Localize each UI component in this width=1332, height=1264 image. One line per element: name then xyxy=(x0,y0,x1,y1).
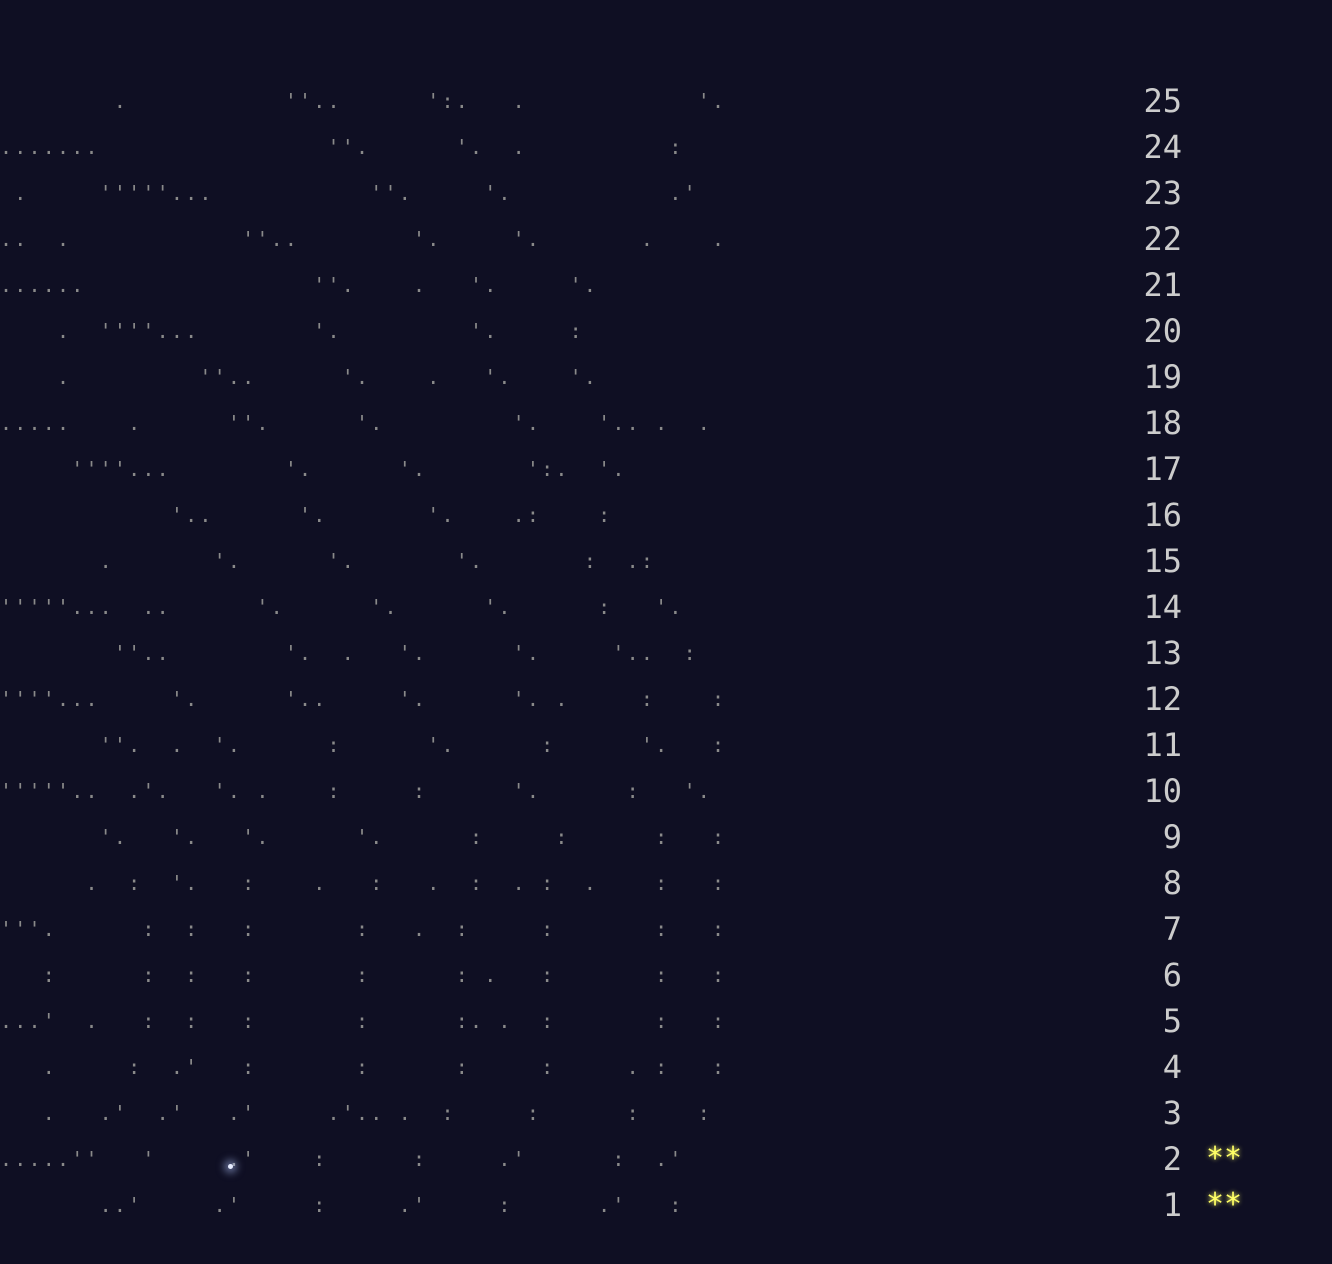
day-number[interactable]: 25 xyxy=(1116,78,1182,124)
calendar-art: ''.. '. . '. '. '.. : xyxy=(0,641,698,665)
day-number[interactable]: 1 xyxy=(1116,1182,1182,1228)
calendar-art: : : : : : : . : : : xyxy=(0,963,727,987)
day-number[interactable]: 2 xyxy=(1116,1136,1182,1182)
day-number[interactable]: 9 xyxy=(1116,814,1182,860)
calendar-row-day-4[interactable]: . : .' : : : : . : : 4 xyxy=(0,1044,1242,1090)
calendar-row-day-10[interactable]: '''''.. .'. '. . : : '. : '. 10 xyxy=(0,768,1242,814)
calendar-row-day-8[interactable]: . : '. : . : . : . : . : : 8 xyxy=(0,860,1242,906)
calendar-row-day-18[interactable]: ..... . ''. '. '. '.. . . 18 xyxy=(0,400,1242,446)
calendar-row-day-13[interactable]: ''.. '. . '. '. '.. : 13 xyxy=(0,630,1242,676)
day-number[interactable]: 13 xyxy=(1116,630,1182,676)
day-number[interactable]: 14 xyxy=(1116,584,1182,630)
calendar-row-day-20[interactable]: . ''''... '. '. : 20 xyxy=(0,308,1242,354)
day-number[interactable]: 24 xyxy=(1116,124,1182,170)
day-number[interactable]: 22 xyxy=(1116,216,1182,262)
calendar-art: ....... ''. '. . : xyxy=(0,135,684,159)
calendar-art: . ''.. '. . '. '. xyxy=(0,365,599,389)
calendar-row-day-7[interactable]: '''. : : : : . : : : : 7 xyxy=(0,906,1242,952)
calendar-row-day-3[interactable]: . .' .' .' .'.. . : : : : 3 xyxy=(0,1090,1242,1136)
calendar-art: . : '. : . : . : . : . : : xyxy=(0,871,727,895)
calendar-art: ...... ''. . '. '. xyxy=(0,273,599,297)
calendar-art: ''''... '. '.. '. '. . : : xyxy=(0,687,727,711)
calendar-row-day-24[interactable]: ....... ''. '. . : 24 xyxy=(0,124,1242,170)
calendar-art: '. '. '. '. : : : : xyxy=(0,825,727,849)
calendar-row-day-15[interactable]: . '. '. '. : .: 15 xyxy=(0,538,1242,584)
day-number[interactable]: 6 xyxy=(1116,952,1182,998)
day-stars: ** xyxy=(1206,1141,1243,1176)
calendar-art: ..... . ''. '. '. '.. . . xyxy=(0,411,713,435)
calendar-art: ...' . : : : : :. . : : : xyxy=(0,1009,727,1033)
day-number[interactable]: 19 xyxy=(1116,354,1182,400)
day-number[interactable]: 18 xyxy=(1116,400,1182,446)
day-number[interactable]: 11 xyxy=(1116,722,1182,768)
calendar-art: .....'' ' .' : : .' : .' xyxy=(0,1147,684,1171)
calendar-art: ''''... '. '. ':. '. xyxy=(0,457,627,481)
calendar-row-day-9[interactable]: '. '. '. '. : : : : 9 xyxy=(0,814,1242,860)
day-number[interactable]: 23 xyxy=(1116,170,1182,216)
calendar-row-day-2[interactable]: .....'' ' .' : : .' : .' 2 ** xyxy=(0,1136,1242,1182)
day-number[interactable]: 10 xyxy=(1116,768,1182,814)
day-number[interactable]: 3 xyxy=(1116,1090,1182,1136)
calendar-row-day-25[interactable]: . ''.. ':. . '. 25 xyxy=(0,78,1242,124)
day-number[interactable]: 20 xyxy=(1116,308,1182,354)
advent-calendar: . ''.. ':. . '. 25....... ''. '. . :24 . … xyxy=(0,78,1242,1228)
calendar-row-day-23[interactable]: . '''''... ''. '. .' 23 xyxy=(0,170,1242,216)
calendar-art: . .' .' .' .'.. . : : : : xyxy=(0,1101,713,1125)
calendar-art: . '''''... ''. '. .' xyxy=(0,181,698,205)
calendar-art: . : .' : : : : . : : xyxy=(0,1055,727,1079)
calendar-art: . ''''... '. '. : xyxy=(0,319,584,343)
day-number[interactable]: 5 xyxy=(1116,998,1182,1044)
calendar-row-day-16[interactable]: '.. '. '. .: : 16 xyxy=(0,492,1242,538)
calendar-row-day-22[interactable]: .. . ''.. '. '. . . 22 xyxy=(0,216,1242,262)
day-number[interactable]: 7 xyxy=(1116,906,1182,952)
calendar-row-day-1[interactable]: ..' .' : .' : .' : 1 ** xyxy=(0,1182,1242,1228)
calendar-art: '.. '. '. .: : xyxy=(0,503,613,527)
calendar-row-day-19[interactable]: . ''.. '. . '. '. 19 xyxy=(0,354,1242,400)
calendar-art: '''''... .. '. '. '. : '. xyxy=(0,595,684,619)
calendar-row-day-21[interactable]: ...... ''. . '. '. 21 xyxy=(0,262,1242,308)
calendar-art: . ''.. ':. . '. xyxy=(0,89,727,113)
day-number[interactable]: 21 xyxy=(1116,262,1182,308)
day-number[interactable]: 4 xyxy=(1116,1044,1182,1090)
calendar-row-day-6[interactable]: : : : : : : . : : : 6 xyxy=(0,952,1242,998)
day-number[interactable]: 17 xyxy=(1116,446,1182,492)
calendar-art: ..' .' : .' : .' : xyxy=(0,1193,684,1217)
calendar-art: .. . ''.. '. '. . . xyxy=(0,227,727,251)
calendar-row-day-12[interactable]: ''''... '. '.. '. '. . : : 12 xyxy=(0,676,1242,722)
calendar-row-day-17[interactable]: ''''... '. '. ':. '. 17 xyxy=(0,446,1242,492)
calendar-row-day-5[interactable]: ...' . : : : : :. . : : : 5 xyxy=(0,998,1242,1044)
glowing-star-dot xyxy=(228,1164,233,1169)
day-number[interactable]: 12 xyxy=(1116,676,1182,722)
calendar-art: '''. : : : : . : : : : xyxy=(0,917,727,941)
calendar-row-day-14[interactable]: '''''... .. '. '. '. : '. 14 xyxy=(0,584,1242,630)
calendar-art: . '. '. '. : .: xyxy=(0,549,656,573)
day-stars: ** xyxy=(1206,1187,1243,1222)
day-number[interactable]: 8 xyxy=(1116,860,1182,906)
calendar-art: '''''.. .'. '. . : : '. : '. xyxy=(0,779,713,803)
day-number[interactable]: 16 xyxy=(1116,492,1182,538)
day-number[interactable]: 15 xyxy=(1116,538,1182,584)
calendar-art: ''. . '. : '. : '. : xyxy=(0,733,727,757)
calendar-row-day-11[interactable]: ''. . '. : '. : '. : 11 xyxy=(0,722,1242,768)
